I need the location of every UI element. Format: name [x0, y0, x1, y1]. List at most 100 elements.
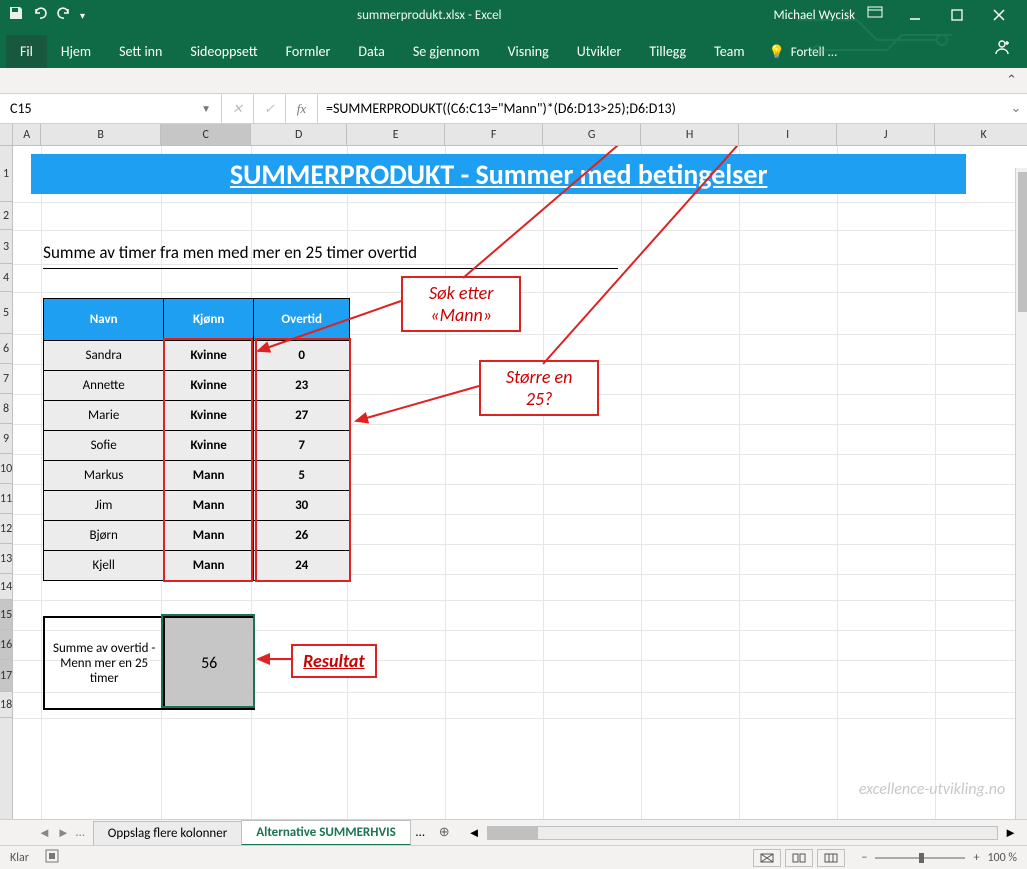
cell[interactable]: Mann — [164, 491, 254, 521]
maximize-button[interactable] — [937, 1, 977, 29]
close-button[interactable] — [979, 1, 1019, 29]
save-icon[interactable] — [8, 5, 24, 25]
row-header-11[interactable]: 11 — [0, 484, 12, 514]
row-header-6[interactable]: 6 — [0, 334, 12, 364]
cell[interactable]: Jim — [44, 491, 164, 521]
insert-function-icon[interactable]: fx — [286, 94, 318, 123]
cell[interactable]: Sandra — [44, 341, 164, 371]
view-page-layout-icon[interactable] — [785, 849, 813, 867]
scroll-right-icon[interactable]: ► — [1004, 825, 1017, 841]
cell[interactable]: Kvinne — [164, 431, 254, 461]
sheet-tab-alternative[interactable]: Alternative SUMMERHVIS — [241, 820, 411, 846]
row-header-8[interactable]: 8 — [0, 394, 12, 424]
tab-tillegg[interactable]: Tillegg — [635, 35, 700, 68]
cell[interactable]: Mann — [164, 521, 254, 551]
share-icon[interactable] — [983, 30, 1021, 68]
ribbon-display-options-icon[interactable] — [867, 6, 883, 24]
cell[interactable]: Kvinne — [164, 401, 254, 431]
macro-record-icon[interactable] — [45, 849, 59, 867]
row-header-4[interactable]: 4 — [0, 264, 12, 292]
cell[interactable]: Kvinne — [164, 371, 254, 401]
column-header-F[interactable]: F — [445, 124, 543, 145]
undo-icon[interactable] — [32, 5, 48, 25]
collapse-ribbon-icon[interactable]: ⌃ — [1006, 73, 1017, 88]
cell[interactable]: 5 — [254, 461, 350, 491]
enter-formula-icon[interactable]: ✓ — [254, 94, 286, 123]
tab-sideoppsett[interactable]: Sideoppsett — [176, 35, 271, 68]
cell[interactable]: 23 — [254, 371, 350, 401]
column-header-I[interactable]: I — [739, 124, 837, 145]
row-header-3[interactable]: 3 — [0, 230, 12, 264]
column-header-K[interactable]: K — [935, 124, 1027, 145]
minimize-button[interactable] — [895, 1, 935, 29]
expand-formula-bar-icon[interactable]: ⌄ — [1005, 94, 1027, 123]
cell[interactable]: Marie — [44, 401, 164, 431]
zoom-out-icon[interactable]: − — [861, 851, 867, 865]
sheet-tabs-more[interactable]: … — [410, 821, 431, 844]
row-header-7[interactable]: 7 — [0, 364, 12, 394]
qat-dropdown-icon[interactable]: ▾ — [80, 9, 85, 22]
cell[interactable]: 30 — [254, 491, 350, 521]
row-header-5[interactable]: 5 — [0, 292, 12, 334]
cell[interactable]: Kjell — [44, 551, 164, 581]
cell[interactable]: 0 — [254, 341, 350, 371]
row-header-12[interactable]: 12 — [0, 514, 12, 544]
column-header-B[interactable]: B — [41, 124, 161, 145]
row-header-10[interactable]: 10 — [0, 454, 12, 484]
sheet-nav-prev-icon[interactable]: ◄ — [38, 825, 51, 841]
view-normal-icon[interactable] — [753, 849, 781, 867]
row-header-16[interactable]: 16 — [0, 630, 12, 660]
row-header-9[interactable]: 9 — [0, 424, 12, 454]
select-all-corner[interactable] — [0, 124, 12, 146]
cell[interactable]: Mann — [164, 461, 254, 491]
column-header-H[interactable]: H — [641, 124, 739, 145]
formula-input[interactable]: =SUMMERPRODUKT((C6:C13="Mann")*(D6:D13>2… — [318, 94, 1005, 123]
tab-data[interactable]: Data — [344, 35, 398, 68]
tab-hjem[interactable]: Hjem — [47, 35, 105, 68]
cancel-formula-icon[interactable]: ✕ — [222, 94, 254, 123]
zoom-in-icon[interactable]: + — [973, 851, 979, 865]
zoom-slider[interactable] — [875, 857, 965, 859]
vertical-scrollbar[interactable] — [1015, 168, 1027, 819]
column-header-J[interactable]: J — [837, 124, 935, 145]
sheet-nav-ellipsis[interactable]: … — [76, 825, 85, 841]
name-box-dropdown-icon[interactable]: ▼ — [201, 102, 211, 115]
sheet-tab-oppslag[interactable]: Oppslag flere kolonner — [93, 821, 243, 845]
tab-formler[interactable]: Formler — [272, 35, 345, 68]
column-header-G[interactable]: G — [543, 124, 641, 145]
horizontal-scrollbar[interactable]: ◄ ► — [458, 825, 1027, 841]
tab-utvikler[interactable]: Utvikler — [563, 35, 636, 68]
redo-icon[interactable] — [56, 5, 72, 25]
tab-fil[interactable]: Fil — [6, 35, 47, 68]
row-header-18[interactable]: 18 — [0, 692, 12, 718]
column-header-A[interactable]: A — [13, 124, 41, 145]
add-sheet-button[interactable]: ⊕ — [431, 823, 458, 842]
sheet-nav-next-icon[interactable]: ► — [57, 825, 70, 841]
column-header-D[interactable]: D — [251, 124, 347, 145]
cell[interactable]: Sofie — [44, 431, 164, 461]
tab-sett-inn[interactable]: Sett inn — [105, 35, 176, 68]
view-page-break-icon[interactable] — [817, 849, 845, 867]
row-header-15[interactable]: 15 — [0, 600, 12, 630]
zoom-control[interactable]: − + 100 % — [861, 851, 1017, 865]
sheet-canvas[interactable]: SUMMERPRODUKT - Summer med betingelser S… — [13, 146, 1027, 819]
tab-visning[interactable]: Visning — [494, 35, 563, 68]
tab-se-gjennom[interactable]: Se gjennom — [399, 35, 494, 68]
cell[interactable]: 26 — [254, 521, 350, 551]
tab-team[interactable]: Team — [700, 35, 758, 68]
cell[interactable]: Mann — [164, 551, 254, 581]
cell[interactable]: Bjørn — [44, 521, 164, 551]
cell[interactable]: 27 — [254, 401, 350, 431]
cell[interactable]: 7 — [254, 431, 350, 461]
row-header-1[interactable]: 1 — [0, 146, 12, 202]
cell[interactable]: 24 — [254, 551, 350, 581]
column-header-E[interactable]: E — [347, 124, 445, 145]
row-header-14[interactable]: 14 — [0, 574, 12, 600]
cell[interactable]: Annette — [44, 371, 164, 401]
name-box[interactable]: C15 ▼ — [0, 94, 222, 123]
row-header-17[interactable]: 17 — [0, 660, 12, 692]
scroll-left-icon[interactable]: ◄ — [468, 825, 481, 841]
cell[interactable]: Markus — [44, 461, 164, 491]
tell-me-search[interactable]: 💡 Fortell ... — [759, 37, 848, 68]
cell[interactable]: Kvinne — [164, 341, 254, 371]
